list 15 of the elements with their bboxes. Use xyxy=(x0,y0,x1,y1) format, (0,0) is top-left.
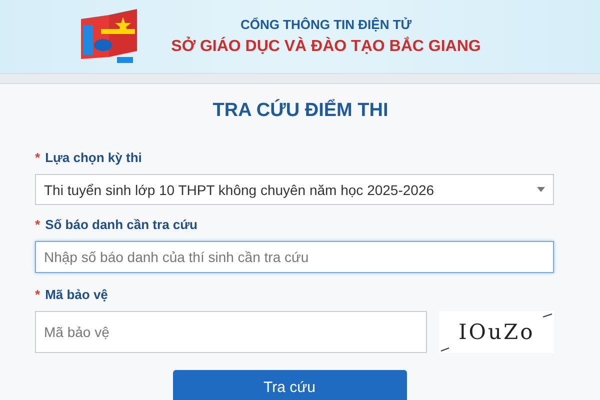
required-mark: * xyxy=(35,287,40,302)
captcha-image: IOuZo xyxy=(439,311,554,353)
field-label: Lựa chọn kỳ thi xyxy=(45,150,142,165)
required-mark: * xyxy=(35,150,40,165)
portal-title: CỔNG THÔNG TIN ĐIỆN TỬ xyxy=(240,17,412,32)
captcha-field[interactable]: Mã bảo vệ xyxy=(35,311,428,353)
field-label: Mã bảo vệ xyxy=(45,287,108,302)
page-title: TRA CỨU ĐIỂM THI xyxy=(212,100,388,122)
exam-select[interactable]: Thi tuyển sinh lớp 10 THPT không chuyên năm học 2025-2026 xyxy=(35,174,554,205)
required-mark: * xyxy=(35,217,40,232)
caret-icon xyxy=(537,187,545,192)
field-label: Số báo danh cần tra cứu xyxy=(45,217,198,232)
candidate-number-field[interactable]: Nhập số báo danh của thí sinh cần tra cứu xyxy=(35,241,554,273)
department-name: SỞ GIÁO DỤC VÀ ĐÀO TẠO BẮC GIANG xyxy=(171,38,481,56)
search-button[interactable]: Tra cứu xyxy=(172,370,406,400)
